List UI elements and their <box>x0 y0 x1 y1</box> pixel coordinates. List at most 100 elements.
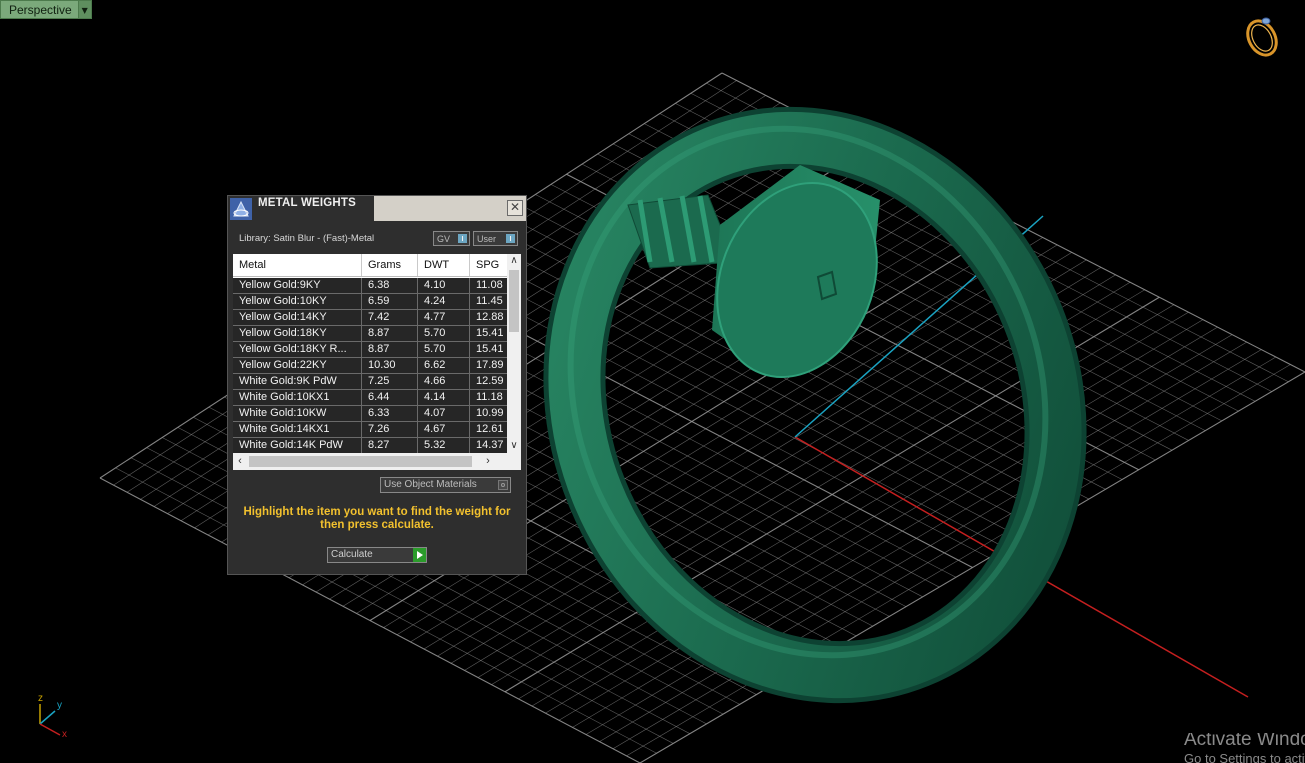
close-icon[interactable]: ✕ <box>507 200 523 216</box>
cell-metal: Yellow Gold:14KY <box>233 310 362 325</box>
table-row[interactable]: Yellow Gold:14KY 7.42 4.77 12.88 <box>233 310 507 326</box>
column-header-metal[interactable]: Metal <box>233 254 362 276</box>
cell-dwt: 5.70 <box>418 342 470 357</box>
cell-dwt: 5.32 <box>418 438 470 453</box>
viewport-label[interactable]: Perspective ▼ <box>0 0 92 19</box>
cell-dwt: 4.77 <box>418 310 470 325</box>
watermark-line1: Activate Windows <box>1184 733 1305 750</box>
cell-dwt: 4.14 <box>418 390 470 405</box>
cell-grams: 7.42 <box>362 310 418 325</box>
dropdown-arrow-icon[interactable]: ▼ <box>78 0 92 19</box>
table-row[interactable]: White Gold:9K PdW 7.25 4.66 12.59 <box>233 374 507 390</box>
play-arrow-icon[interactable] <box>413 548 426 562</box>
column-header-spg[interactable]: SPG <box>470 254 507 276</box>
horizontal-scrollbar[interactable]: ‹ › <box>233 453 507 470</box>
cell-grams: 6.38 <box>362 278 418 293</box>
cell-metal: White Gold:10KX1 <box>233 390 362 405</box>
instruction-text: Highlight the item you want to find the … <box>243 506 511 531</box>
axis-y-label: y <box>57 700 62 711</box>
gv-toggle-label: GV <box>437 234 451 244</box>
cell-metal: Yellow Gold:10KY <box>233 294 362 309</box>
calculate-label: Calculate <box>331 549 373 560</box>
watermark-line2: Go to Settings to activate Windows. <box>1184 751 1305 763</box>
panel-title: METAL WEIGHTS <box>258 197 357 209</box>
scroll-up-icon[interactable]: ∧ <box>507 254 521 268</box>
user-toggle-label: User <box>477 234 497 244</box>
user-toggle[interactable]: User <box>473 231 518 246</box>
cell-dwt: 4.10 <box>418 278 470 293</box>
table-row[interactable]: Yellow Gold:9KY 6.38 4.10 11.08 <box>233 278 507 294</box>
cell-spg: 11.08 <box>476 279 503 291</box>
column-header-grams[interactable]: Grams <box>362 254 418 276</box>
cell-dwt: 4.67 <box>418 422 470 437</box>
cell-metal: White Gold:10KW <box>233 406 362 421</box>
cell-metal: White Gold:14KX1 <box>233 422 362 437</box>
toggle-switch-icon <box>458 234 467 243</box>
gv-toggle[interactable]: GV <box>433 231 470 246</box>
table-row[interactable]: White Gold:10KX1 6.44 4.14 11.18 <box>233 390 507 406</box>
cell-dwt: 4.07 <box>418 406 470 421</box>
cell-metal: White Gold:14K PdW <box>233 438 362 453</box>
cell-dwt: 4.66 <box>418 374 470 389</box>
table-header: Metal Grams DWT SPG <box>233 254 507 277</box>
cell-spg: 14.37 <box>476 439 504 451</box>
cell-spg: 11.45 <box>476 295 503 307</box>
table-row[interactable]: Yellow Gold:18KY R... 8.87 5.70 15.41 <box>233 342 507 358</box>
table-row[interactable]: Yellow Gold:22KY 10.30 6.62 17.89 <box>233 358 507 374</box>
cell-grams: 7.26 <box>362 422 418 437</box>
checkbox-icon[interactable] <box>498 480 508 490</box>
ring-head <box>712 165 880 378</box>
grid-line <box>639 371 1305 763</box>
cell-grams: 8.27 <box>362 438 418 453</box>
column-header-dwt[interactable]: DWT <box>418 254 470 276</box>
cell-grams: 6.59 <box>362 294 418 309</box>
panel-titlebar[interactable]: METAL WEIGHTS ✕ <box>228 196 526 221</box>
grid-line <box>612 356 1277 750</box>
table-row[interactable]: Yellow Gold:10KY 6.59 4.24 11.45 <box>233 294 507 310</box>
ring-navigation-icon[interactable] <box>1242 16 1282 60</box>
cell-grams: 8.87 <box>362 326 418 341</box>
cell-grams: 10.30 <box>362 358 418 373</box>
use-object-materials-label: Use Object Materials <box>384 479 477 490</box>
table-row[interactable]: White Gold:14KX1 7.26 4.67 12.61 <box>233 422 507 438</box>
toggle-switch-icon <box>506 234 515 243</box>
scroll-thumb[interactable] <box>249 456 472 467</box>
cell-metal: Yellow Gold:18KY R... <box>233 342 362 357</box>
cell-metal: Yellow Gold:22KY <box>233 358 362 373</box>
table-row[interactable]: Yellow Gold:18KY 8.87 5.70 15.41 <box>233 326 507 342</box>
cell-spg: 10.99 <box>476 407 504 419</box>
grid-line <box>626 364 1291 757</box>
scroll-left-icon[interactable]: ‹ <box>233 453 247 470</box>
panel-title-tab: METAL WEIGHTS <box>228 196 374 221</box>
cell-metal: White Gold:9K PdW <box>233 374 362 389</box>
table-row[interactable]: White Gold:14K PdW 8.27 5.32 14.37 <box>233 438 507 454</box>
use-object-materials-checkbox[interactable]: Use Object Materials <box>380 477 511 493</box>
cell-grams: 6.44 <box>362 390 418 405</box>
table-body: Yellow Gold:9KY 6.38 4.10 11.08 Yellow Gold:… <box>233 278 507 454</box>
viewport-name[interactable]: Perspective <box>0 0 79 19</box>
viewport-scene[interactable] <box>0 0 1305 763</box>
metal-table[interactable]: Metal Grams DWT SPG Yellow Gold:9KY 6.38 4… <box>233 254 521 470</box>
cell-grams: 7.25 <box>362 374 418 389</box>
scroll-down-icon[interactable]: ∨ <box>507 439 521 453</box>
scrollbar-corner <box>507 453 521 470</box>
scroll-right-icon[interactable]: › <box>481 453 495 470</box>
cell-spg: 15.41 <box>476 327 504 339</box>
cell-spg: 12.61 <box>476 423 504 435</box>
cell-spg: 17.89 <box>476 359 504 371</box>
cell-metal: Yellow Gold:18KY <box>233 326 362 341</box>
axis-z-label: z <box>38 693 43 704</box>
perspective-viewport[interactable]: Perspective ▼ z y x Activate Windows Go … <box>0 0 1305 763</box>
cell-spg: 15.41 <box>476 343 504 355</box>
cell-spg: 12.59 <box>476 375 504 387</box>
cell-grams: 8.87 <box>362 342 418 357</box>
cell-dwt: 4.24 <box>418 294 470 309</box>
scroll-thumb[interactable] <box>509 270 519 332</box>
activate-windows-watermark: Activate Windows Go to Settings to activ… <box>1180 733 1305 763</box>
cell-spg: 12.88 <box>476 311 504 323</box>
cell-dwt: 6.62 <box>418 358 470 373</box>
table-row[interactable]: White Gold:10KW 6.33 4.07 10.99 <box>233 406 507 422</box>
calculate-button[interactable]: Calculate <box>327 547 427 563</box>
vertical-scrollbar[interactable]: ∧ ∨ <box>507 254 521 453</box>
metal-weights-panel: METAL WEIGHTS ✕ Library: Satin Blur - (F… <box>227 195 527 575</box>
